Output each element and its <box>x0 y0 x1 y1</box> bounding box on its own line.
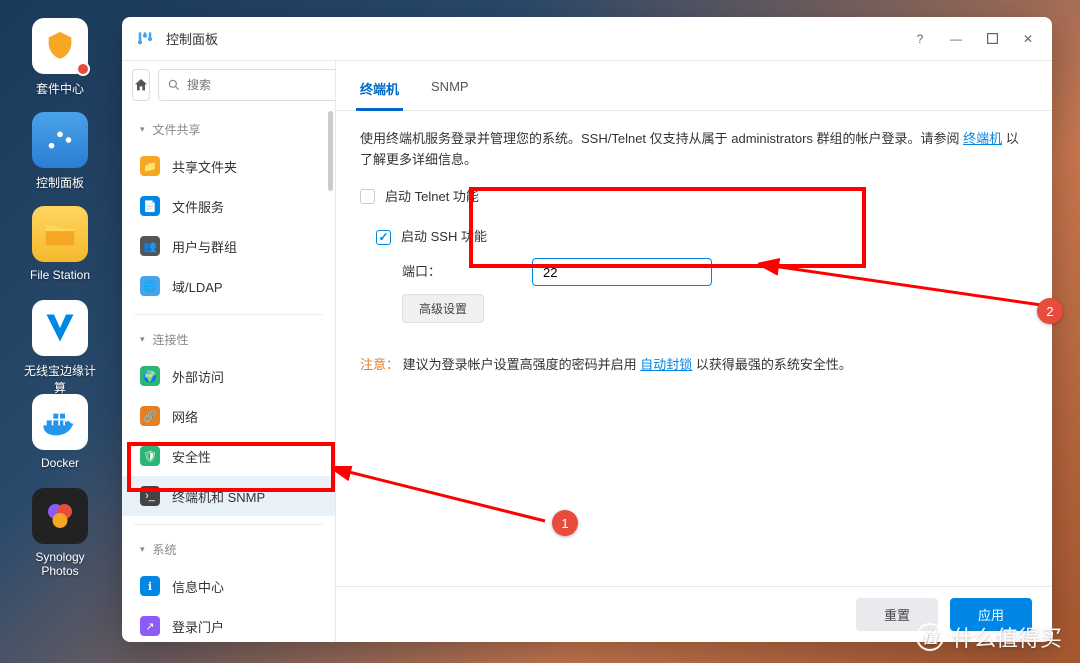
globe-icon: 🌍 <box>140 366 160 386</box>
tabs: 终端机 SNMP <box>336 61 1052 111</box>
port-input[interactable] <box>532 258 712 286</box>
chevron-down-icon: ▾ <box>140 544 145 555</box>
desktop-icon-controlpanel[interactable]: 控制面板 <box>20 112 100 191</box>
watermark-text: 什么值得买 <box>952 621 1062 653</box>
search-input[interactable] <box>187 78 336 92</box>
desktop-icon-label: Docker <box>41 456 79 470</box>
description: 使用终端机服务登录并管理您的系统。SSH/Telnet 仅支持从属于 admin… <box>360 129 1028 171</box>
telnet-label: 启动 Telnet 功能 <box>385 187 479 208</box>
control-panel-window: 控制面板 ? — ✕ ▾ 文件共享 <box>122 17 1052 642</box>
search-box[interactable] <box>158 69 336 101</box>
search-icon <box>167 78 181 92</box>
sidebar: ▾ 文件共享 📁 共享文件夹 📄 文件服务 👥 用户与群组 🌐 域/ <box>122 61 336 642</box>
desktop-icon-label: Synology Photos <box>20 550 100 578</box>
window-title: 控制面板 <box>166 29 908 48</box>
group-file-sharing[interactable]: ▾ 文件共享 <box>122 113 335 146</box>
desktop-icon-filestation[interactable]: File Station <box>20 206 100 282</box>
desktop-icon-label: 套件中心 <box>36 80 84 97</box>
shield-v-icon <box>42 310 78 346</box>
telnet-checkbox-row: 启动 Telnet 功能 <box>360 187 1028 208</box>
telnet-checkbox[interactable] <box>360 189 375 204</box>
minimize-button[interactable]: — <box>944 27 968 51</box>
sliders-icon <box>43 123 77 157</box>
chevron-down-icon: ▾ <box>140 124 145 135</box>
docker-icon <box>40 407 80 437</box>
desktop-icon-packages[interactable]: 套件中心 <box>20 18 100 97</box>
group-system[interactable]: ▾ 系统 <box>122 533 335 566</box>
ssh-checkbox[interactable] <box>376 230 391 245</box>
scrollbar[interactable] <box>328 111 333 191</box>
package-icon <box>43 29 77 63</box>
home-icon <box>133 77 149 93</box>
desktop-icon-label: File Station <box>30 268 90 282</box>
advanced-settings-button[interactable]: 高级设置 <box>402 294 484 323</box>
sidebar-item-shared-folder[interactable]: 📁 共享文件夹 <box>122 146 335 186</box>
tab-terminal[interactable]: 终端机 <box>356 71 403 111</box>
terminal-icon: ›_ <box>140 486 160 506</box>
group-connectivity[interactable]: ▾ 连接性 <box>122 323 335 356</box>
divider <box>134 314 323 315</box>
sidebar-item-login-portal[interactable]: ↗ 登录门户 <box>122 606 335 642</box>
sidebar-item-network[interactable]: 🔗 网络 <box>122 396 335 436</box>
divider <box>134 524 323 525</box>
link-auto-block[interactable]: 自动封锁 <box>640 357 692 372</box>
sidebar-item-info-center[interactable]: ℹ 信息中心 <box>122 566 335 606</box>
chevron-down-icon: ▾ <box>140 334 145 345</box>
users-icon: 👥 <box>140 236 160 256</box>
desktop-icon-docker[interactable]: Docker <box>20 394 100 470</box>
desktop-icon-label: 无线宝边缘计算 <box>20 362 100 396</box>
sidebar-item-terminal-snmp[interactable]: ›_ 终端机和 SNMP <box>122 476 335 516</box>
watermark-icon: 值 <box>916 623 944 651</box>
desktop-icon-photos[interactable]: Synology Photos <box>20 488 100 578</box>
sidebar-item-file-services[interactable]: 📄 文件服务 <box>122 186 335 226</box>
app-icon <box>134 28 156 50</box>
domain-icon: 🌐 <box>140 276 160 296</box>
photos-icon <box>42 498 78 534</box>
close-button[interactable]: ✕ <box>1016 27 1040 51</box>
ssh-checkbox-row: 启动 SSH 功能 <box>376 227 1012 248</box>
maximize-button[interactable] <box>980 27 1004 51</box>
tab-snmp[interactable]: SNMP <box>427 71 473 110</box>
sidebar-item-external-access[interactable]: 🌍 外部访问 <box>122 356 335 396</box>
home-button[interactable] <box>132 69 150 101</box>
titlebar: 控制面板 ? — ✕ <box>122 17 1052 61</box>
security-note: 注意： 建议为登录帐户设置高强度的密码并启用 自动封锁 以获得最强的系统安全性。 <box>360 355 1028 376</box>
sidebar-item-security[interactable]: 🛡 安全性 <box>122 436 335 476</box>
port-label: 端口： <box>402 262 532 283</box>
folder-icon <box>43 219 77 249</box>
desktop-icon-edge[interactable]: 无线宝边缘计算 <box>20 300 100 396</box>
link-terminal-help[interactable]: 终端机 <box>963 131 1002 146</box>
help-button[interactable]: ? <box>908 27 932 51</box>
info-icon: ℹ <box>140 576 160 596</box>
portal-icon: ↗ <box>140 616 160 636</box>
sidebar-item-users-groups[interactable]: 👥 用户与群组 <box>122 226 335 266</box>
file-icon: 📄 <box>140 196 160 216</box>
ssh-label: 启动 SSH 功能 <box>401 227 487 248</box>
main-panel: 终端机 SNMP 使用终端机服务登录并管理您的系统。SSH/Telnet 仅支持… <box>336 61 1052 642</box>
desktop-icon-label: 控制面板 <box>36 174 84 191</box>
sidebar-item-domain-ldap[interactable]: 🌐 域/LDAP <box>122 266 335 306</box>
folder-icon: 📁 <box>140 156 160 176</box>
watermark: 值 什么值得买 <box>916 621 1062 653</box>
shield-icon: 🛡 <box>140 446 160 466</box>
network-icon: 🔗 <box>140 406 160 426</box>
